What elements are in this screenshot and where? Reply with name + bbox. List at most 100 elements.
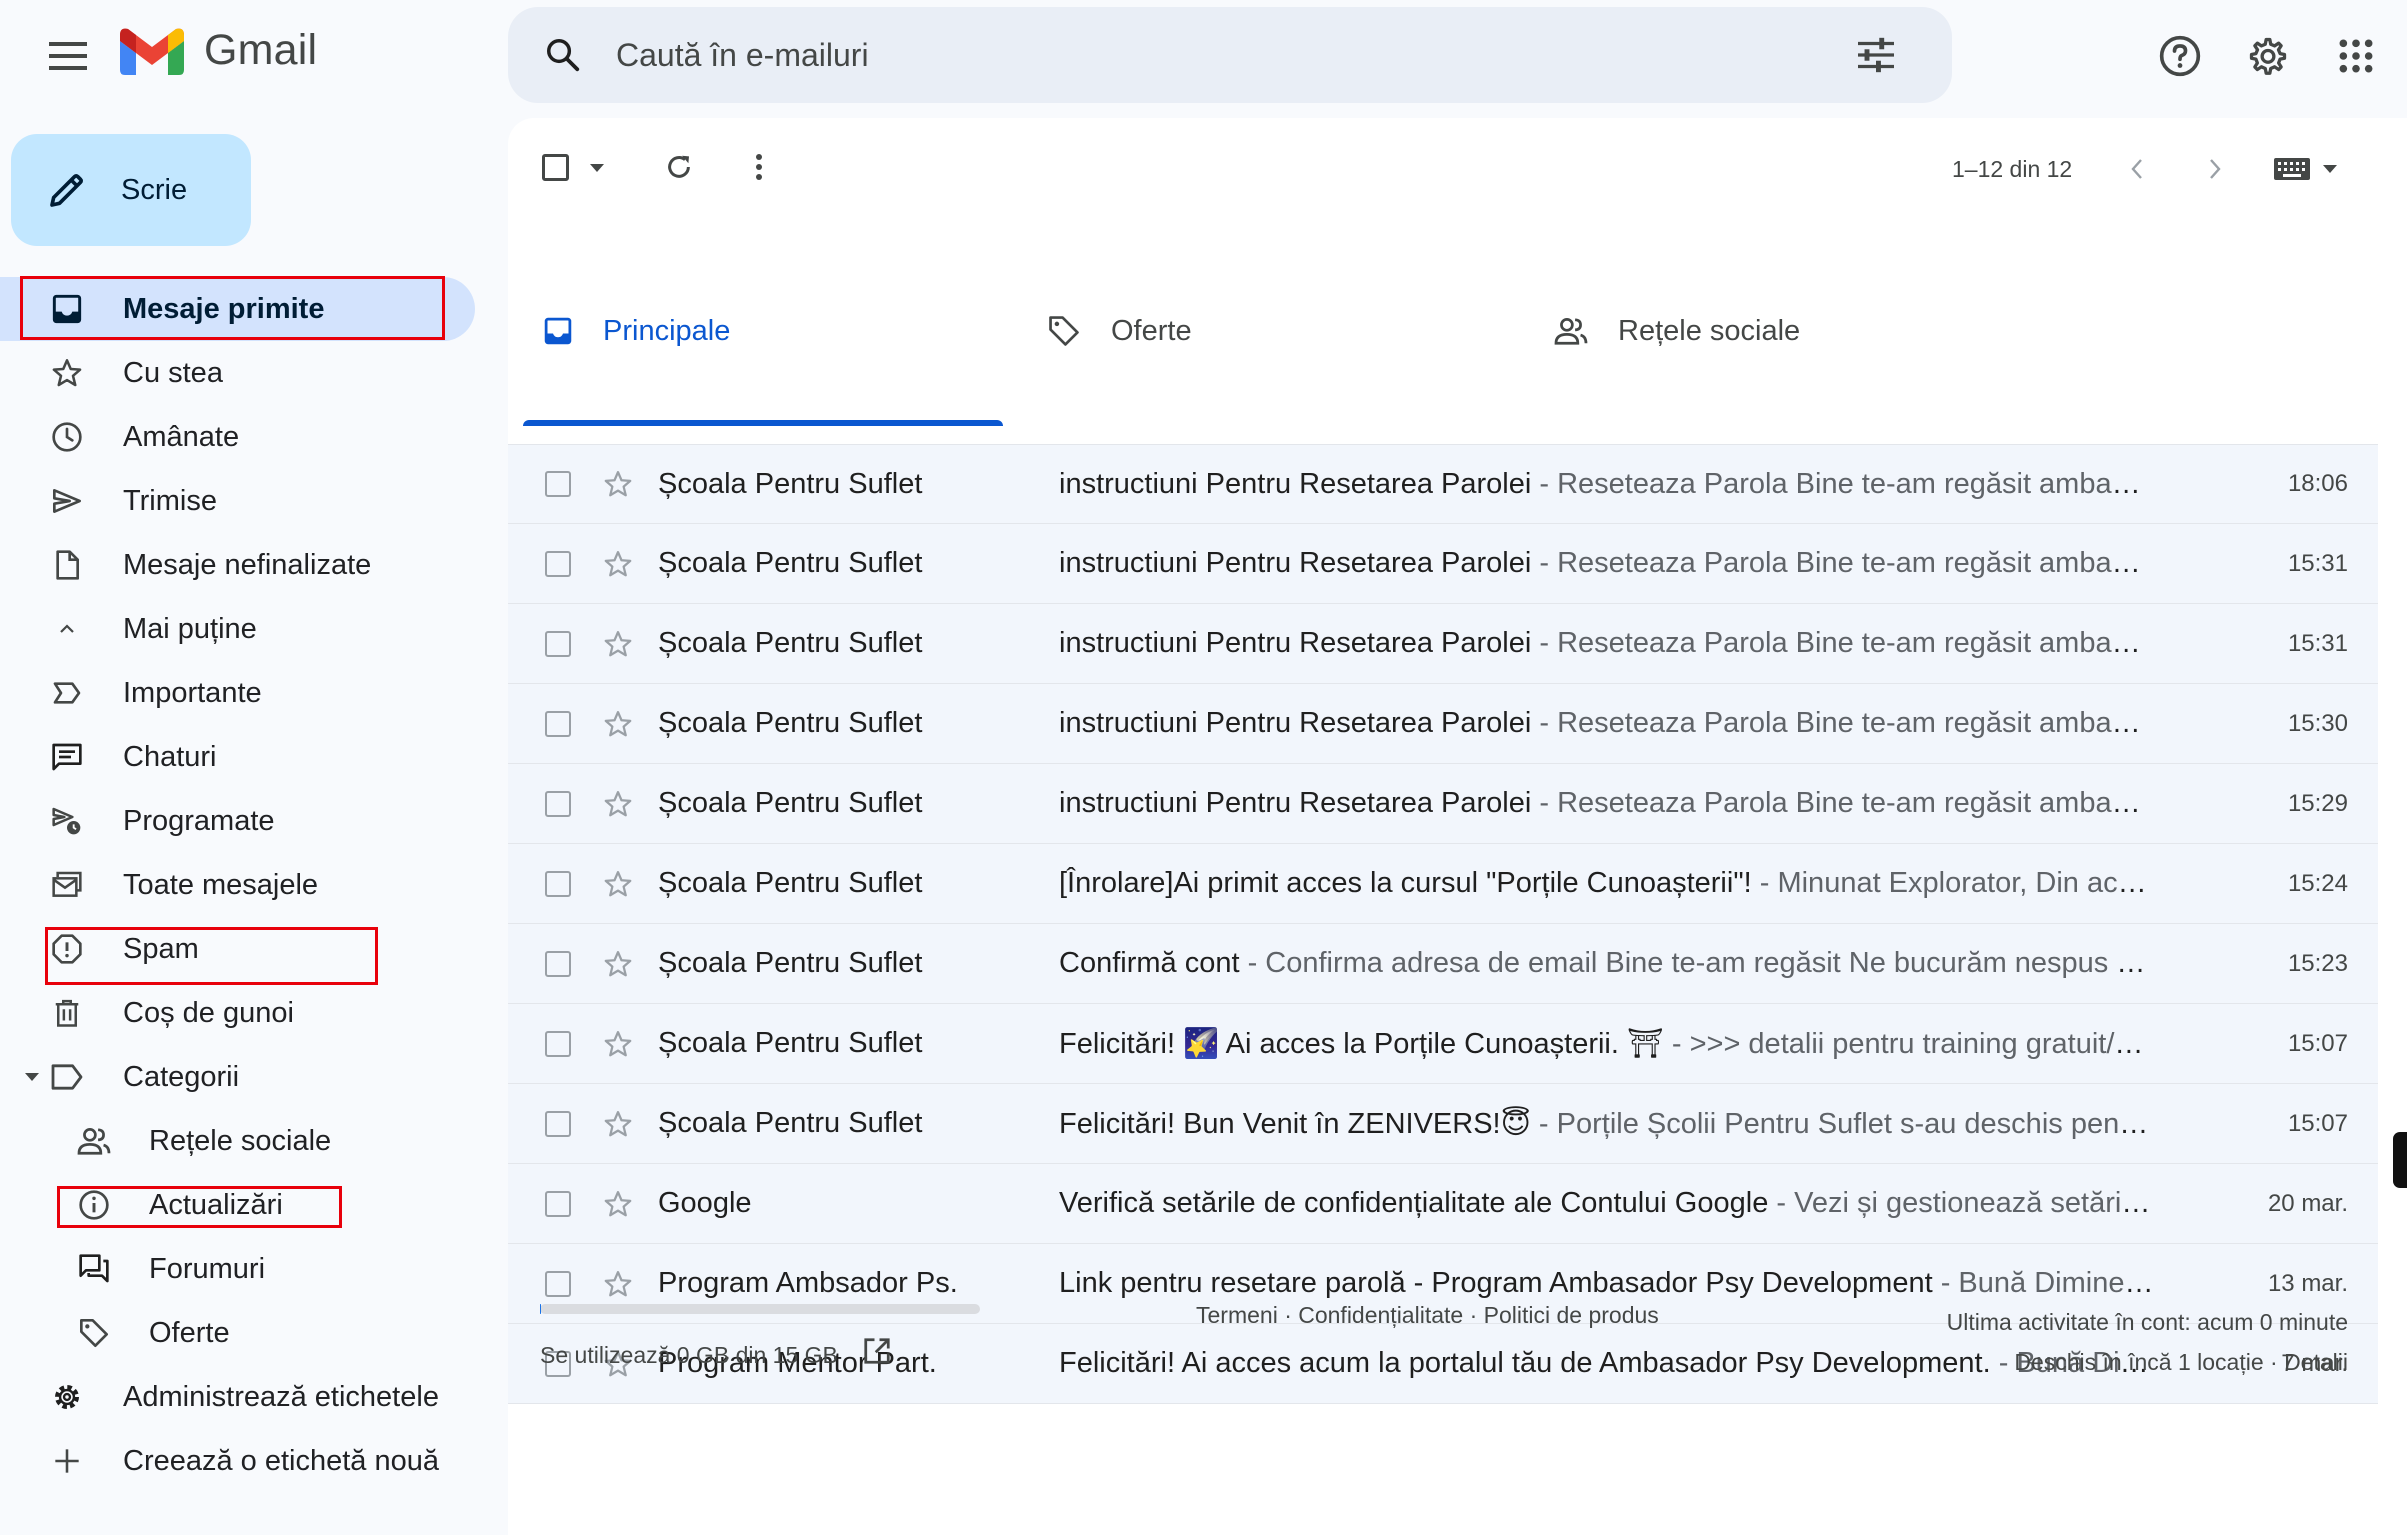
star-icon[interactable] (603, 549, 633, 579)
star-icon[interactable] (603, 1029, 633, 1059)
more-actions-button[interactable] (738, 146, 780, 188)
row-sender: Școala Pentru Suflet (658, 707, 923, 739)
caret-down-icon[interactable] (24, 1071, 40, 1083)
sidebar-item-spam[interactable]: Spam (0, 917, 475, 981)
table-row[interactable]: Școala Pentru Suflet instructiuni Pentru… (508, 604, 2378, 684)
sidebar-item-categories[interactable]: Categorii (0, 1045, 475, 1109)
footer-links[interactable]: Termeni · Confidențialitate · Politici d… (1196, 1302, 1659, 1329)
open-in-new-icon[interactable] (862, 1336, 892, 1366)
google-apps-button[interactable] (2330, 30, 2382, 82)
star-icon[interactable] (603, 869, 633, 899)
older-button[interactable] (2194, 148, 2236, 190)
sidebar-item-trash[interactable]: Coș de gunoi (0, 981, 475, 1045)
label-icon (47, 1057, 87, 1097)
table-row[interactable]: Școala Pentru Suflet Felicitări! 🌠 Ai ac… (508, 1004, 2378, 1084)
sidebar-item-starred[interactable]: Cu stea (0, 341, 475, 405)
sidebar-item-all-mail[interactable]: Toate mesajele (0, 853, 475, 917)
search-input[interactable] (616, 36, 1856, 74)
sidebar-item-important[interactable]: Importante (0, 661, 475, 725)
row-checkbox[interactable] (545, 471, 571, 497)
refresh-button[interactable] (658, 146, 700, 188)
table-row[interactable]: Școala Pentru Suflet instructiuni Pentru… (508, 764, 2378, 844)
sidebar-item-promotions[interactable]: Oferte (0, 1301, 475, 1365)
side-panel-toggle-handle[interactable] (2393, 1132, 2407, 1188)
row-sender: Școala Pentru Suflet (658, 627, 923, 659)
sidebar-item-scheduled[interactable]: Programate (0, 789, 475, 853)
tab-social[interactable]: Rețele sociale (1554, 218, 2014, 444)
star-icon[interactable] (603, 949, 633, 979)
row-checkbox[interactable] (545, 550, 571, 577)
newer-button[interactable] (2116, 148, 2158, 190)
star-icon[interactable] (603, 709, 633, 739)
sidebar-item-label: Categorii (123, 1060, 240, 1093)
row-sender: Școala Pentru Suflet (658, 547, 923, 579)
tab-promotions[interactable]: Oferte (1047, 218, 1507, 444)
sidebar-item-social[interactable]: Rețele sociale (0, 1109, 475, 1173)
table-row[interactable]: Școala Pentru Suflet Felicitări! Bun Ven… (508, 1084, 2378, 1164)
tab-primary[interactable]: Principale (543, 218, 1003, 444)
table-row[interactable]: Școala Pentru Suflet instructiuni Pentru… (508, 524, 2378, 604)
row-content: instructiuni Pentru Resetarea Parolei - … (1059, 707, 2154, 740)
search-icon[interactable] (544, 36, 582, 74)
session-details-link[interactable]: Deschis în încă 1 locație · Detalii (1947, 1342, 2348, 1382)
star-icon (47, 353, 87, 393)
row-sender: Google (658, 1187, 752, 1219)
row-checkbox[interactable] (545, 1110, 571, 1137)
star-icon[interactable] (603, 1189, 633, 1219)
caret-down-icon (2323, 165, 2337, 173)
sidebar-item-inbox[interactable]: Mesaje primite (0, 277, 475, 341)
row-content: Confirmă cont - Confirma adresa de email… (1059, 947, 2154, 980)
main-menu-button[interactable] (44, 32, 92, 80)
table-row[interactable]: Școala Pentru Suflet Confirmă cont - Con… (508, 924, 2378, 1004)
draft-icon (47, 545, 87, 585)
star-icon[interactable] (603, 469, 633, 499)
row-time: 15:23 (2287, 949, 2348, 977)
sidebar-item-snoozed[interactable]: Amânate (0, 405, 475, 469)
star-icon[interactable] (603, 629, 633, 659)
row-checkbox[interactable] (545, 710, 571, 737)
info-icon (74, 1185, 114, 1225)
sidebar-item-label: Mai puține (123, 612, 257, 645)
select-menu-button[interactable] (585, 156, 609, 180)
sidebar-item-forums[interactable]: Forumuri (0, 1237, 475, 1301)
select-all-checkbox[interactable] (538, 150, 572, 184)
sidebar-item-label: Rețele sociale (149, 1124, 332, 1157)
pencil-icon (50, 174, 83, 207)
row-checkbox[interactable] (545, 1190, 571, 1217)
send-icon (47, 481, 87, 521)
sidebar-item-chats[interactable]: Chaturi (0, 725, 475, 789)
row-checkbox[interactable] (545, 790, 571, 817)
row-checkbox[interactable] (545, 950, 571, 977)
sidebar-item-less[interactable]: Mai puține (0, 597, 475, 661)
star-icon[interactable] (603, 1109, 633, 1139)
support-button[interactable] (2154, 30, 2206, 82)
row-checkbox[interactable] (545, 870, 571, 897)
row-snippet: - >>> detalii pentru training gratuit/Șc… (1663, 1027, 2154, 1060)
sidebar-item-create-label[interactable]: Creează o etichetă nouă (0, 1429, 475, 1493)
compose-button[interactable]: Scrie (11, 134, 251, 246)
settings-button[interactable] (2242, 30, 2294, 82)
table-row[interactable]: Școala Pentru Suflet instructiuni Pentru… (508, 684, 2378, 764)
input-tools-button[interactable] (2266, 148, 2346, 190)
search-bar[interactable] (508, 7, 1952, 103)
row-checkbox[interactable] (545, 1030, 571, 1057)
storage-fill (540, 1304, 541, 1314)
table-row[interactable]: Școala Pentru Suflet instructiuni Pentru… (508, 444, 2378, 524)
row-subject: Confirmă cont (1059, 947, 1240, 979)
star-icon[interactable] (603, 789, 633, 819)
sidebar-item-drafts[interactable]: Mesaje nefinalizate (0, 533, 475, 597)
sidebar-item-updates[interactable]: Actualizări (0, 1173, 475, 1237)
tab-label: Oferte (1111, 314, 1192, 347)
sidebar-item-label: Oferte (149, 1316, 230, 1349)
table-row[interactable]: Școala Pentru Suflet [Înrolare]Ai primit… (508, 844, 2378, 924)
sidebar-item-manage-labels[interactable]: Administrează etichetele (0, 1365, 475, 1429)
row-time: 15:29 (2287, 789, 2348, 817)
row-checkbox[interactable] (545, 630, 571, 657)
gmail-logo[interactable]: Gmail (120, 26, 317, 75)
row-content: instructiuni Pentru Resetarea Parolei - … (1059, 627, 2154, 660)
table-row[interactable]: Google Verifică setările de confidențial… (508, 1164, 2378, 1244)
tab-label: Principale (603, 314, 731, 347)
trash-icon (47, 993, 87, 1033)
sidebar-item-sent[interactable]: Trimise (0, 469, 475, 533)
search-options-icon[interactable] (1856, 37, 1896, 73)
